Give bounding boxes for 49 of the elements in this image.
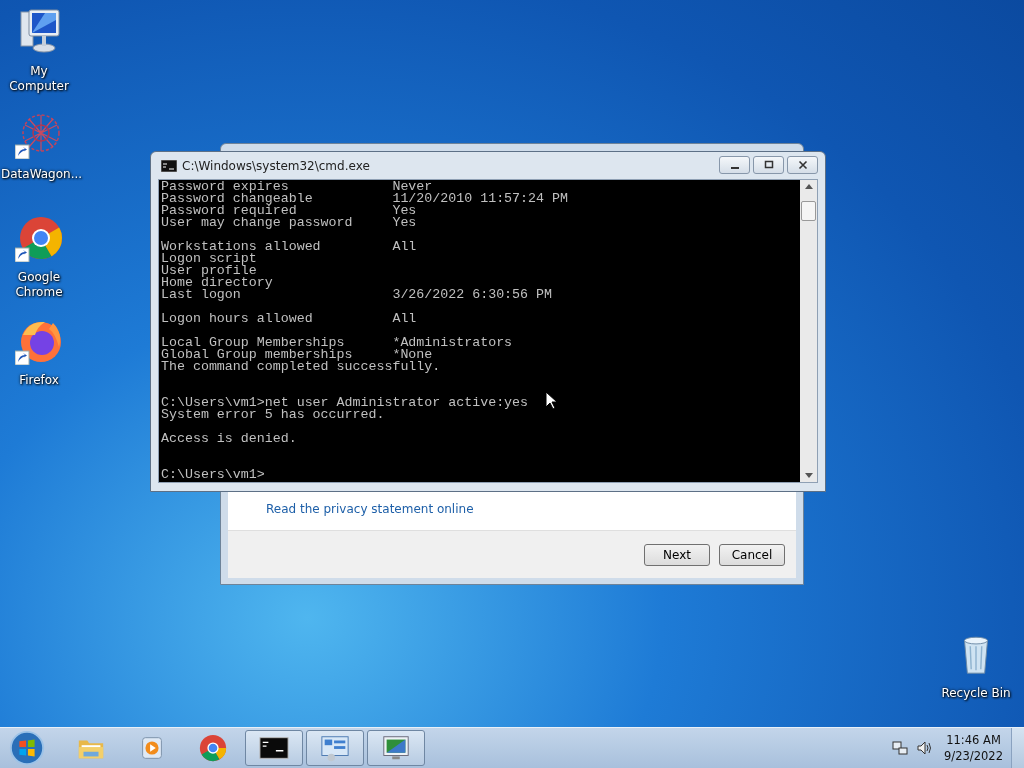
volume-icon[interactable]: [916, 740, 933, 756]
close-icon: [797, 159, 808, 170]
clock-time: 11:46 AM: [946, 732, 1001, 748]
console-line: Password changeable 11/20/2010 11:57:24 PM: [161, 193, 568, 205]
maximize-button[interactable]: [753, 155, 784, 174]
desktop-icon-label[interactable]: My Computer: [1, 64, 77, 94]
start-button[interactable]: [8, 729, 46, 767]
scroll-down-icon[interactable]: [804, 473, 813, 478]
vertical-scrollbar[interactable]: [800, 180, 817, 482]
console-line: Password expires Never: [161, 181, 433, 193]
taskbar-console-button[interactable]: [245, 730, 303, 766]
mouse-pointer-icon: [545, 391, 557, 410]
desktop-icon-label[interactable]: Firefox: [1, 373, 77, 388]
close-button[interactable]: [787, 155, 818, 174]
console-line: Home directory: [161, 277, 273, 289]
network-icon[interactable]: [892, 740, 909, 756]
chrome-icon[interactable]: [15, 214, 63, 262]
console-icon: [161, 159, 177, 172]
console-line: Local Group Memberships *Administrators: [161, 337, 513, 349]
privacy-link[interactable]: Read the privacy statement online: [266, 502, 474, 516]
panel-icon: [320, 733, 350, 763]
clock-date: 9/23/2022: [944, 748, 1003, 764]
scroll-up-icon[interactable]: [804, 184, 813, 189]
maximize-icon: [763, 159, 774, 170]
console-line: Logon script: [161, 253, 257, 265]
desktop-icon-label[interactable]: Recycle Bin: [938, 686, 1014, 701]
console-line: Last logon 3/26/2022 6:30:56 PM: [161, 289, 552, 301]
console-line: Access is denied.: [161, 433, 297, 445]
minimize-button[interactable]: [719, 155, 750, 174]
console-line: User may change password Yes: [161, 217, 417, 229]
next-button[interactable]: Next: [644, 543, 710, 566]
network-icon[interactable]: [15, 111, 63, 159]
console-line: Password required Yes: [161, 205, 417, 217]
console-line: Global Group memberships *None: [161, 349, 433, 361]
console-line: C:\Users\vm1>net user Administrator active:yes: [161, 397, 529, 409]
console-line: User profile: [161, 265, 257, 277]
minimize-icon: [730, 166, 739, 169]
console-line: Workstations allowed All: [161, 241, 417, 253]
cancel-button[interactable]: Cancel: [719, 543, 785, 566]
taskbar-display-button[interactable]: [367, 730, 425, 766]
chrome-icon: [198, 733, 228, 763]
console-line: Logon hours allowed All: [161, 313, 417, 325]
scrollbar-thumb[interactable]: [801, 201, 816, 221]
console-line: System error 5 has occurred.: [161, 409, 385, 421]
desktop-icon-label[interactable]: Google Chrome: [1, 270, 77, 300]
console-line: C:\Users\vm1>: [161, 469, 265, 481]
clock[interactable]: 11:46 AM 9/23/2022: [944, 732, 1003, 764]
window-title: C:\Windows\system32\cmd.exe: [182, 158, 370, 173]
console-line: The command completed successfully.: [161, 361, 441, 373]
